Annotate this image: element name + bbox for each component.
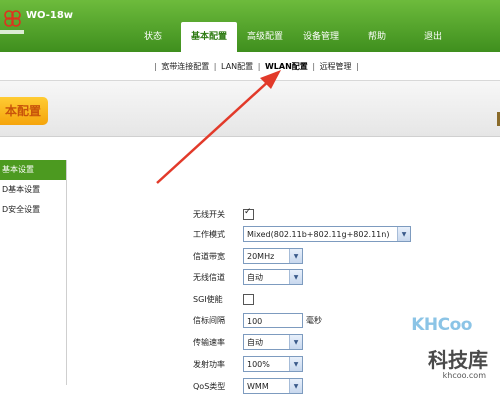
row-work-mode: 工作模式 Mixed(802.11b+802.11g+802.11n) ▼ [193,225,411,243]
sidebar: 基本设置 D基本设置 D安全设置 [0,160,66,220]
work-mode-value: Mixed(802.11b+802.11g+802.11n) [247,229,390,239]
sub-nav: | 宽带连接配置 | LAN配置 | WLAN配置 | 远程管理 | [0,52,500,81]
channel-bandwidth-value: 20MHz [247,251,275,261]
chevron-down-icon: ▼ [289,335,302,349]
tx-rate-value: 自动 [247,337,263,347]
row-qos: QoS类型 WMM ▼ [193,377,303,395]
subnav-separator: | [312,62,316,71]
label-sgi: SGI使能 [193,294,223,304]
watermark-brand: KHCoo [411,315,472,335]
top-header: WO-18w 状态 基本配置 高级配置 设备管理 帮助 退出 [0,0,500,52]
chevron-down-icon: ▼ [289,249,302,263]
unicom-logo-icon [0,10,24,34]
row-channel-bandwidth: 信道带宽 20MHz ▼ [193,247,303,265]
label-work-mode: 工作模式 [193,229,225,239]
row-beacon-interval: 信标间隔 100 毫秒 [193,311,322,329]
tx-power-select[interactable]: 100% ▼ [243,356,303,372]
device-model: WO-18w [26,10,74,21]
sidebar-item-basic[interactable]: 基本设置 [0,160,66,180]
label-qos: QoS类型 [193,381,226,391]
label-wireless-channel: 无线信道 [193,272,225,282]
channel-bandwidth-select[interactable]: 20MHz ▼ [243,248,303,264]
page-title: 本配置 [0,97,48,125]
wireless-channel-value: 自动 [247,272,263,282]
row-tx-power: 发射功率 100% ▼ [193,355,303,373]
chevron-down-icon: ▼ [397,227,410,241]
nav-advanced-config[interactable]: 高级配置 [237,22,293,52]
subnav-separator: | [257,62,261,71]
label-channel-bandwidth: 信道带宽 [193,251,225,261]
label-tx-rate: 传输速率 [193,337,225,347]
sidebar-divider [66,160,67,385]
label-wireless-switch: 无线开关 [193,209,225,219]
page-title-band: 本配置 [0,81,500,137]
row-sgi: SGI使能 [193,290,254,308]
sidebar-item-ssid-security[interactable]: D安全设置 [0,200,66,220]
qos-value: WMM [247,381,269,391]
wireless-switch-checkbox[interactable] [243,207,254,220]
watermark-cn: 科技库 [428,348,488,372]
wireless-channel-select[interactable]: 自动 ▼ [243,269,303,285]
row-wireless-channel: 无线信道 自动 ▼ [193,268,303,286]
subnav-lan[interactable]: LAN配置 [221,62,253,71]
watermark-url: khcoo.com [442,371,486,380]
chevron-down-icon: ▼ [289,270,302,284]
chevron-down-icon: ▼ [289,379,302,393]
main-nav: 状态 基本配置 高级配置 设备管理 帮助 退出 [125,22,461,52]
nav-help[interactable]: 帮助 [349,22,405,52]
subnav-separator: | [154,62,157,71]
beacon-interval-unit: 毫秒 [306,315,322,325]
tx-rate-select[interactable]: 自动 ▼ [243,334,303,350]
nav-status[interactable]: 状态 [125,22,181,52]
work-mode-select[interactable]: Mixed(802.11b+802.11g+802.11n) ▼ [243,226,411,242]
beacon-interval-input[interactable]: 100 [243,312,303,328]
subnav-remote[interactable]: 远程管理 [320,62,352,71]
chevron-down-icon: ▼ [289,357,302,371]
nav-logout[interactable]: 退出 [405,22,461,52]
subnav-wlan[interactable]: WLAN配置 [265,62,308,71]
sidebar-item-ssid-basic[interactable]: D基本设置 [0,180,66,200]
row-wireless-switch: 无线开关 [193,205,254,223]
subnav-separator: | [213,62,217,71]
label-tx-power: 发射功率 [193,359,225,369]
nav-device-management[interactable]: 设备管理 [293,22,349,52]
nav-basic-config[interactable]: 基本配置 [181,22,237,52]
subnav-broadband[interactable]: 宽带连接配置 [161,62,209,71]
subnav-separator: | [356,62,359,71]
qos-select[interactable]: WMM ▼ [243,378,303,394]
tx-power-value: 100% [247,359,270,369]
row-tx-rate: 传输速率 自动 ▼ [193,333,303,351]
sgi-checkbox[interactable] [243,293,254,305]
label-beacon-interval: 信标间隔 [193,315,225,325]
